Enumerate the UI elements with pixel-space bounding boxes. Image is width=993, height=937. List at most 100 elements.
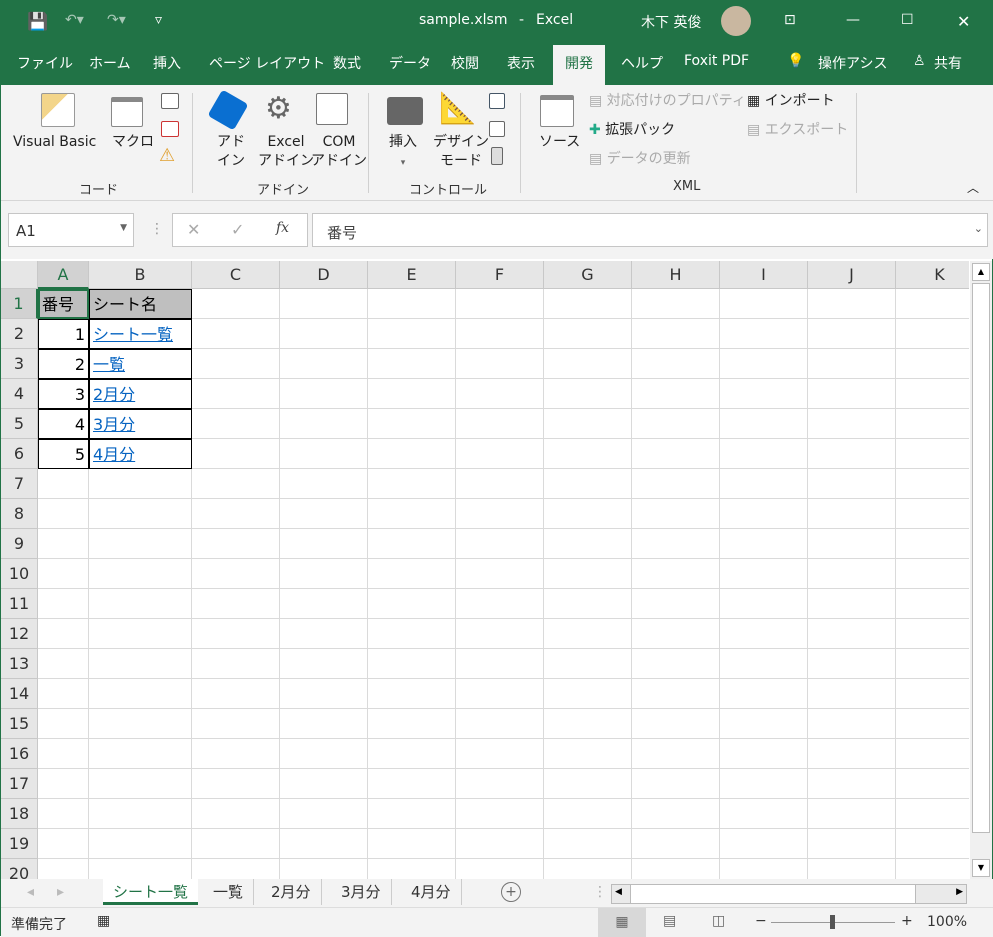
cell-G1[interactable] (544, 289, 632, 319)
cell-F15[interactable] (456, 709, 544, 739)
cell-D9[interactable] (280, 529, 368, 559)
cell-A2[interactable]: 1 (38, 319, 89, 349)
cell-C14[interactable] (192, 679, 280, 709)
cell-A16[interactable] (38, 739, 89, 769)
tab-file[interactable]: ファイル (17, 53, 73, 73)
row-header-4[interactable]: 4 (1, 379, 38, 409)
cell-G9[interactable] (544, 529, 632, 559)
cell-H7[interactable] (632, 469, 720, 499)
cell-E6[interactable] (368, 439, 456, 469)
relative-references-icon[interactable] (161, 121, 179, 137)
cell-D10[interactable] (280, 559, 368, 589)
addins-button[interactable]: アド イン (217, 133, 245, 171)
add-sheet-icon[interactable]: + (501, 882, 521, 902)
cell-H13[interactable] (632, 649, 720, 679)
redo-icon[interactable]: ↷▾ (107, 12, 126, 28)
cell-J5[interactable] (808, 409, 896, 439)
cell-G8[interactable] (544, 499, 632, 529)
cell-B3[interactable]: 一覧 (89, 349, 192, 379)
cell-J20[interactable] (808, 859, 896, 879)
cell-I19[interactable] (720, 829, 808, 859)
cell-F8[interactable] (456, 499, 544, 529)
cell-C10[interactable] (192, 559, 280, 589)
cell-B8[interactable] (89, 499, 192, 529)
row-header-13[interactable]: 13 (1, 649, 38, 679)
cell-K7[interactable] (896, 469, 969, 499)
cell-B20[interactable] (89, 859, 192, 879)
scroll-up-icon[interactable]: ▲ (972, 263, 990, 281)
tab-formulas[interactable]: 数式 (333, 53, 361, 73)
cell-K9[interactable] (896, 529, 969, 559)
cell-G17[interactable] (544, 769, 632, 799)
cell-B18[interactable] (89, 799, 192, 829)
cell-E14[interactable] (368, 679, 456, 709)
cell-E2[interactable] (368, 319, 456, 349)
row-header-1[interactable]: 1 (1, 289, 38, 319)
cell-G7[interactable] (544, 469, 632, 499)
cell-H20[interactable] (632, 859, 720, 879)
cell-K18[interactable] (896, 799, 969, 829)
cell-F20[interactable] (456, 859, 544, 879)
cell-E9[interactable] (368, 529, 456, 559)
cell-D4[interactable] (280, 379, 368, 409)
cell-I4[interactable] (720, 379, 808, 409)
cell-K2[interactable] (896, 319, 969, 349)
column-header-D[interactable]: D (280, 261, 368, 289)
cell-K10[interactable] (896, 559, 969, 589)
cell-B15[interactable] (89, 709, 192, 739)
tab-view[interactable]: 表示 (507, 53, 535, 73)
cell-G5[interactable] (544, 409, 632, 439)
close-button[interactable]: ✕ (957, 12, 970, 31)
row-header-19[interactable]: 19 (1, 829, 38, 859)
cell-B7[interactable] (89, 469, 192, 499)
cell-I8[interactable] (720, 499, 808, 529)
cell-C11[interactable] (192, 589, 280, 619)
cell-B14[interactable] (89, 679, 192, 709)
column-header-E[interactable]: E (368, 261, 456, 289)
cell-G12[interactable] (544, 619, 632, 649)
tab-insert[interactable]: 挿入 (153, 53, 181, 73)
cell-I9[interactable] (720, 529, 808, 559)
cell-A6[interactable]: 5 (38, 439, 89, 469)
cell-B1[interactable]: シート名 (89, 289, 192, 319)
cell-I6[interactable] (720, 439, 808, 469)
cell-F4[interactable] (456, 379, 544, 409)
column-header-B[interactable]: B (89, 261, 192, 289)
customize-qat-icon[interactable]: ▿ (155, 12, 162, 28)
row-header-7[interactable]: 7 (1, 469, 38, 499)
macros-button[interactable]: マクロ (112, 133, 154, 152)
cell-F18[interactable] (456, 799, 544, 829)
cell-I10[interactable] (720, 559, 808, 589)
export-button[interactable]: ▤ エクスポート (747, 121, 848, 140)
sheet-tab-シート一覧[interactable]: シート一覧 (103, 879, 199, 905)
cell-D3[interactable] (280, 349, 368, 379)
cell-E12[interactable] (368, 619, 456, 649)
cell-F13[interactable] (456, 649, 544, 679)
cell-K5[interactable] (896, 409, 969, 439)
cell-C5[interactable] (192, 409, 280, 439)
row-header-17[interactable]: 17 (1, 769, 38, 799)
cell-A12[interactable] (38, 619, 89, 649)
cell-I17[interactable] (720, 769, 808, 799)
page-layout-view-icon[interactable]: ▤ (663, 913, 676, 929)
cell-K13[interactable] (896, 649, 969, 679)
cell-K4[interactable] (896, 379, 969, 409)
cell-G4[interactable] (544, 379, 632, 409)
sheet-tab-4月分[interactable]: 4月分 (401, 879, 462, 905)
cell-C13[interactable] (192, 649, 280, 679)
cell-C8[interactable] (192, 499, 280, 529)
row-header-18[interactable]: 18 (1, 799, 38, 829)
cell-E1[interactable] (368, 289, 456, 319)
cell-B19[interactable] (89, 829, 192, 859)
cell-E20[interactable] (368, 859, 456, 879)
cell-E8[interactable] (368, 499, 456, 529)
cell-K8[interactable] (896, 499, 969, 529)
cell-I13[interactable] (720, 649, 808, 679)
cell-I2[interactable] (720, 319, 808, 349)
cell-F14[interactable] (456, 679, 544, 709)
cell-J1[interactable] (808, 289, 896, 319)
cell-I14[interactable] (720, 679, 808, 709)
cell-E7[interactable] (368, 469, 456, 499)
vertical-scroll-thumb[interactable] (972, 283, 990, 833)
refresh-data-button[interactable]: ▤ データの更新 (589, 150, 691, 169)
